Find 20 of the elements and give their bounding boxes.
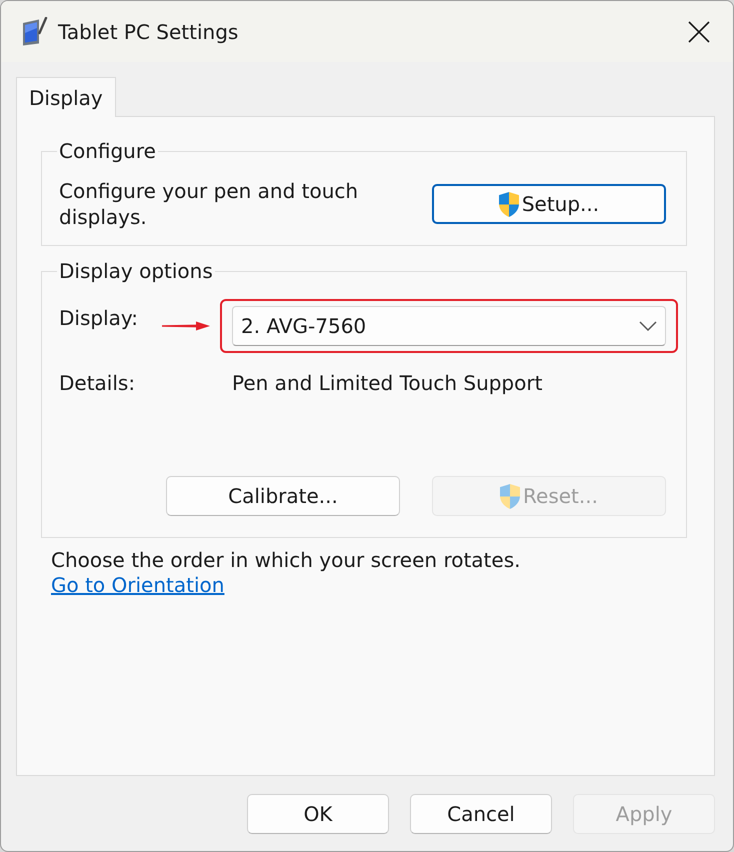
tab[interactable]: Display [16,77,116,117]
chevron-down-icon [639,321,657,331]
setup-button[interactable]: Setup... [432,184,666,224]
orientation-link[interactable]: Go to Orientation [51,573,224,598]
shield-icon [500,484,520,508]
details-value: Pen and Limited Touch Support [232,371,542,395]
orientation-hint: Choose the order in which your screen rotates. [51,548,520,573]
shield-icon [498,192,519,216]
details-label: Details: [59,371,136,395]
tablet-pen-icon [21,17,48,46]
cancel-button[interactable]: Cancel [410,794,552,834]
close-icon [688,20,710,42]
ok-button[interactable]: OK [247,794,389,834]
configure-description: Configure your pen and touch displays. [59,178,360,230]
window-title: Tablet PC Settings [58,18,238,46]
display-label: Display: [59,306,138,330]
group-title: Display options [58,259,214,283]
group-title: Configure [58,139,157,163]
display-dropdown[interactable]: 2. AVG-7560 [232,306,666,346]
calibrate-button[interactable]: Calibrate... [166,476,400,516]
